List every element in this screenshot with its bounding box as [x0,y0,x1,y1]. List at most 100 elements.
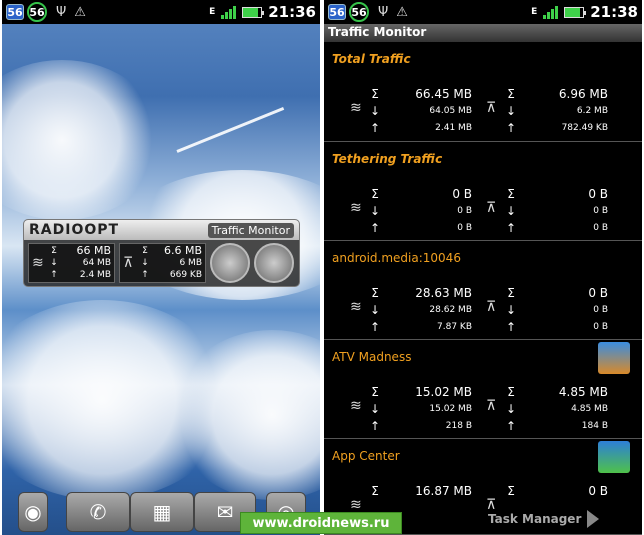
wifi-stats: ⊼ Σ ↓ ↑ 4.85 MB 4.85 MB 184 B [486,384,608,435]
speaker-icon[interactable]: ◉ [18,492,48,532]
widget-mobile-stats[interactable]: ≋ Σ ↓ ↑ 66 MB 64 MB 2.4 MB [28,243,115,283]
down-value: 0 B [457,206,472,216]
upload-icon: ↑ [369,221,381,235]
mobile-down: 64 MB [82,258,111,268]
globe-button[interactable] [254,243,294,283]
clock: 21:38 [590,3,638,21]
upload-icon: ↑ [369,419,381,433]
upload-icon: ↑ [50,270,58,280]
sum-icon: Σ [142,246,148,256]
app-title-bar: Traffic Monitor [324,24,642,42]
down-value: 0 B [593,206,608,216]
wifi-down: 6 MB [179,258,202,268]
down-value: 4.85 MB [571,404,608,414]
up-value: 0 B [457,223,472,233]
traffic-section[interactable]: ATV Madness ≋ Σ ↓ ↑ 15.02 MB 15.02 MB 218 B ⊼ Σ ↓ ↑… [324,340,642,439]
widget-header: RADIOOPT Traffic Monitor [24,220,299,240]
download-icon: ↓ [369,204,381,218]
sum-icon: Σ [371,385,379,399]
wifi-icon: ≋ [350,299,362,315]
down-value: 28.62 MB [429,305,472,315]
warning-icon: ⚠ [74,4,86,20]
apps-grid-button[interactable]: ▦ [130,492,194,532]
up-value: 7.87 KB [437,322,472,332]
download-icon: ↓ [505,104,517,118]
download-icon: ↓ [369,303,381,317]
watermark: www.droidnews.ru [240,512,402,534]
sum-icon: Σ [507,286,515,300]
task-manager-label: Task Manager [488,512,582,526]
section-title: android.media:10046 [332,251,461,265]
upload-icon: ↑ [141,270,149,280]
sum-icon: Σ [371,187,379,201]
traffic-section[interactable]: Total Traffic ≋ Σ ↓ ↑ 66.45 MB 64.05 MB 2.41 MB… [324,42,642,142]
antenna-icon: ⊼ [486,398,497,414]
wifi-icon: ≋ [350,100,362,116]
antenna-icon: ⊼ [486,200,497,216]
download-icon: ↓ [505,204,517,218]
upload-icon: ↑ [369,121,381,135]
signal-icon [221,5,237,19]
phone-button[interactable]: ✆ [66,492,130,532]
upload-icon: ↑ [505,221,517,235]
widget-title: Traffic Monitor [207,222,294,238]
down-value: 6.2 MB [576,106,608,116]
sum-icon: Σ [507,87,515,101]
section-title: Total Traffic [332,52,411,66]
network-type: E [209,6,216,17]
status-bar[interactable]: 56 56 Ψ ⚠ E 21:36 [2,0,320,24]
wifi-icon: ≋ [350,398,362,414]
mobile-stats: ≋ Σ ↓ ↑ 15.02 MB 15.02 MB 218 B [350,384,472,435]
sum-icon: Σ [51,246,57,256]
traffic-monitor-widget[interactable]: RADIOOPT Traffic Monitor ≋ Σ ↓ ↑ 66 MB 64 M… [23,219,300,287]
upload-icon: ↑ [505,320,517,334]
section-title: Tethering Traffic [332,152,443,166]
section-title: App Center [332,449,400,463]
down-value: 64.05 MB [429,106,472,116]
battery-icon [242,6,265,18]
usb-icon: Ψ [378,4,389,20]
total-value: 0 B [452,187,472,201]
clock: 21:36 [268,3,316,21]
wifi-stats: ⊼ Σ ↓ ↑ 0 B 0 B 0 B [486,285,608,336]
arrow-right-icon [587,510,600,528]
atv-madness-icon [598,342,630,374]
traffic-section[interactable]: Tethering Traffic ≋ Σ ↓ ↑ 0 B 0 B 0 B ⊼ Σ ↓ ↑ 0 B 0 B… [324,142,642,241]
status-bar[interactable]: 56 56 Ψ ⚠ E 21:38 [324,0,642,24]
usb-icon: Ψ [56,4,67,20]
total-value: 66.45 MB [415,87,472,101]
signal-icon [543,5,559,19]
radioopt-logo: RADIOOPT [29,222,120,238]
download-icon: ↓ [369,402,381,416]
mobile-stats: ≋ Σ ↓ ↑ 28.63 MB 28.62 MB 7.87 KB [350,285,472,336]
sum-icon: Σ [371,286,379,300]
home-screen: 56 56 Ψ ⚠ E 21:36 RADIOOPT Traffic Monit… [2,0,320,535]
upload-icon: ↑ [505,121,517,135]
mobile-stats: ≋ Σ ↓ ↑ 66.45 MB 64.05 MB 2.41 MB [350,86,472,137]
download-icon: ↓ [50,258,58,268]
cloud [2,60,162,220]
warning-icon: ⚠ [396,4,408,20]
speedometer-button[interactable] [210,243,250,283]
down-value: 15.02 MB [429,404,472,414]
up-value: 184 B [581,421,608,431]
widget-wifi-stats[interactable]: ⊼ Σ ↓ ↑ 6.6 MB 6 MB 669 KB [119,243,206,283]
upload-icon: ↑ [369,320,381,334]
airplane-contrail [176,107,285,153]
notification-badge: 56 [6,4,24,20]
sum-icon: Σ [371,484,379,498]
wifi-icon: ≋ [350,200,362,216]
up-value: 2.41 MB [435,123,472,133]
mobile-stats: ≋ Σ ↓ ↑ 0 B 0 B 0 B [350,186,472,237]
antenna-icon: ⊼ [486,299,497,315]
up-value: 782.49 KB [561,123,608,133]
notification-badge-ring: 56 [27,2,47,22]
antenna-icon: ⊼ [486,497,497,513]
wifi-up: 669 KB [169,270,202,280]
app-center-icon [598,441,630,473]
wifi-icon: ≋ [32,255,44,271]
task-manager-button[interactable]: Task Manager [488,510,600,528]
total-value: 0 B [588,484,608,498]
upload-icon: ↑ [505,419,517,433]
traffic-section[interactable]: android.media:10046 ≋ Σ ↓ ↑ 28.63 MB 28.62 MB 7… [324,241,642,340]
